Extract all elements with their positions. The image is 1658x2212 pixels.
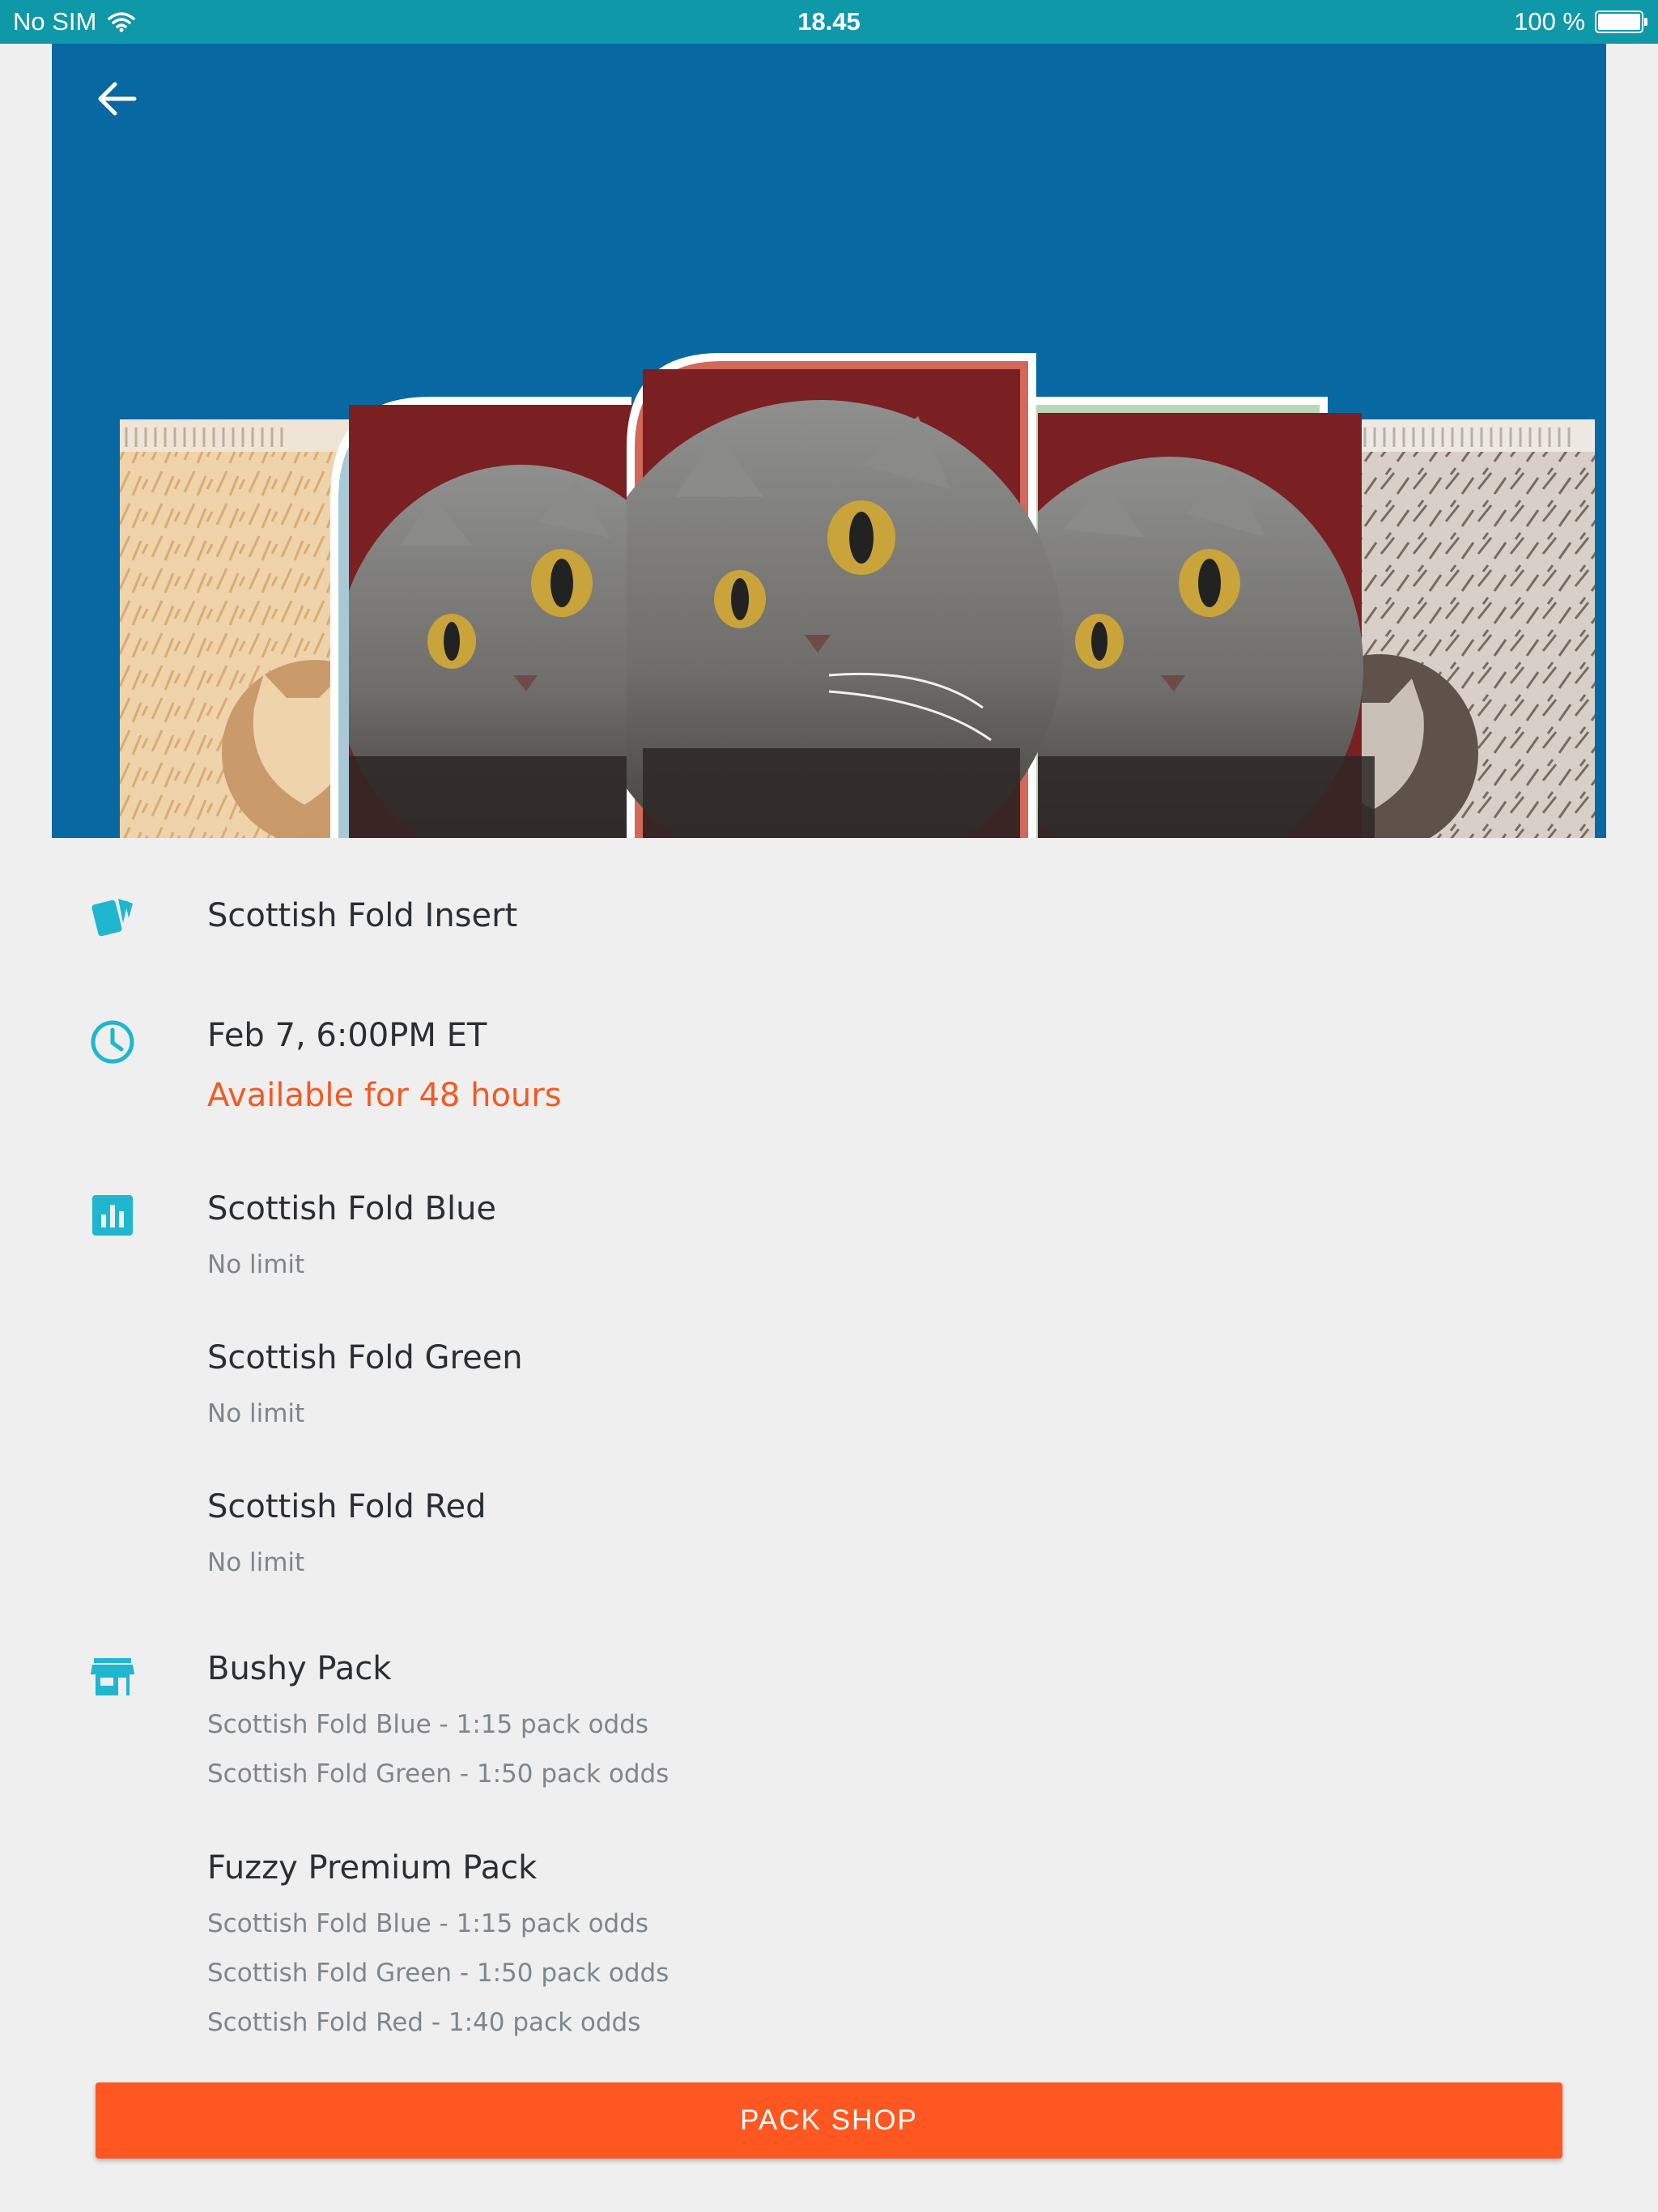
pack-name: Bushy Pack	[207, 1650, 392, 1687]
bar-chart-icon	[92, 1195, 133, 1236]
set-name: Scottish Fold Insert	[207, 897, 518, 934]
pack-odds-line: Scottish Fold Red - 1:40 pack odds	[207, 2008, 641, 2037]
pack-shop-button[interactable]: PACK SHOP	[96, 2082, 1562, 2159]
store-icon	[91, 1658, 134, 1695]
status-right: 100 %	[1514, 7, 1647, 36]
arrow-left-icon	[98, 82, 137, 116]
status-bar: No SIM 18.45 100 %	[0, 0, 1658, 44]
battery-icon	[1595, 11, 1647, 33]
variant-limit: No limit	[207, 1548, 305, 1577]
hero-banner	[52, 44, 1606, 838]
variant-name: Scottish Fold Green	[207, 1339, 523, 1376]
variant-limit: No limit	[207, 1399, 305, 1428]
variant-name: Scottish Fold Blue	[207, 1190, 497, 1227]
battery-percent: 100 %	[1514, 7, 1585, 36]
pack-odds-line: Scottish Fold Green - 1:50 pack odds	[207, 1959, 670, 1988]
back-button[interactable]	[84, 66, 149, 131]
status-time: 18.45	[797, 7, 861, 36]
clock-icon	[91, 1020, 134, 1064]
cards-icon	[91, 899, 133, 937]
pack-name: Fuzzy Premium Pack	[207, 1849, 538, 1887]
availability-text: Available for 48 hours	[207, 1077, 562, 1114]
pack-odds-line: Scottish Fold Blue - 1:15 pack odds	[207, 1909, 649, 1938]
pack-odds-line: Scottish Fold Green - 1:50 pack odds	[207, 1759, 670, 1789]
pack-odds-line: Scottish Fold Blue - 1:15 pack odds	[207, 1710, 649, 1739]
variant-name: Scottish Fold Red	[207, 1488, 487, 1525]
variant-limit: No limit	[207, 1250, 305, 1279]
release-date: Feb 7, 6:00PM ET	[207, 1017, 487, 1054]
pack-cards-illustration	[120, 353, 1595, 838]
